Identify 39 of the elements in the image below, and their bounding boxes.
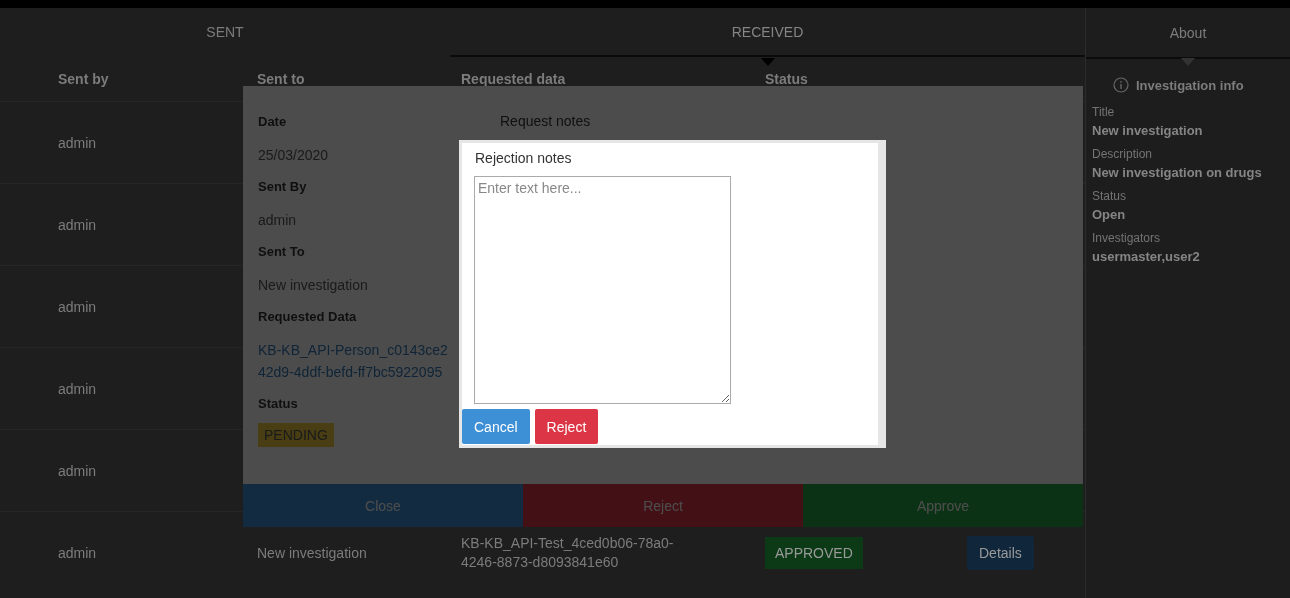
info-icon: [1113, 77, 1129, 93]
field-label: Status: [1092, 188, 1128, 205]
table-cell: admin: [58, 216, 97, 233]
column-header: Requested data: [460, 71, 567, 87]
field-label: Title: [1092, 104, 1116, 121]
notes-textarea[interactable]: Enter text here...: [474, 176, 731, 404]
notes-label: Request notes: [500, 113, 591, 129]
table-cell: admin: [58, 462, 97, 479]
field-value: New investigation on drugs: [1092, 164, 1263, 182]
table-cell: New investigation: [257, 544, 367, 561]
field-label: Description: [1092, 146, 1154, 163]
column-header: Sent by: [57, 71, 110, 87]
section-heading: Investigation info: [1136, 77, 1244, 93]
detail-label: Requested Data: [258, 308, 357, 326]
cancel-button[interactable]: Cancel: [462, 409, 530, 444]
tab[interactable]: SENT: [0, 8, 450, 57]
caret-icon: [760, 58, 775, 66]
panel-title: About: [1169, 24, 1207, 41]
tab[interactable]: RECEIVED: [450, 8, 1085, 57]
caret-icon: [1181, 58, 1195, 66]
table-cell: admin: [58, 544, 97, 561]
reject-button[interactable]: Reject: [534, 409, 599, 444]
field-value: Open: [1092, 206, 1127, 224]
field-value: New investigation: [1092, 122, 1204, 140]
field-label: Investigators: [1092, 230, 1162, 247]
details-button[interactable]: Details: [967, 535, 1034, 570]
field-value: usermaster,user2: [1092, 248, 1201, 266]
table-cell: admin: [58, 134, 97, 151]
field-label: Rejection notes: [475, 149, 573, 167]
table-cell: admin: [58, 298, 97, 315]
table-cell: admin: [58, 380, 97, 397]
detail-label: Sent By: [258, 178, 307, 196]
detail-label: Status: [258, 395, 298, 413]
column-header: Sent to: [256, 71, 306, 87]
column-header: Status: [764, 71, 809, 87]
detail-label: Sent To: [258, 243, 305, 261]
detail-label: Date: [258, 113, 287, 131]
table-cell-text: KB-KB_API-Test_4ced0b06-78a0-4246-8873-d8093841e60: [461, 533, 675, 572]
status-badge: APPROVED: [765, 536, 863, 569]
